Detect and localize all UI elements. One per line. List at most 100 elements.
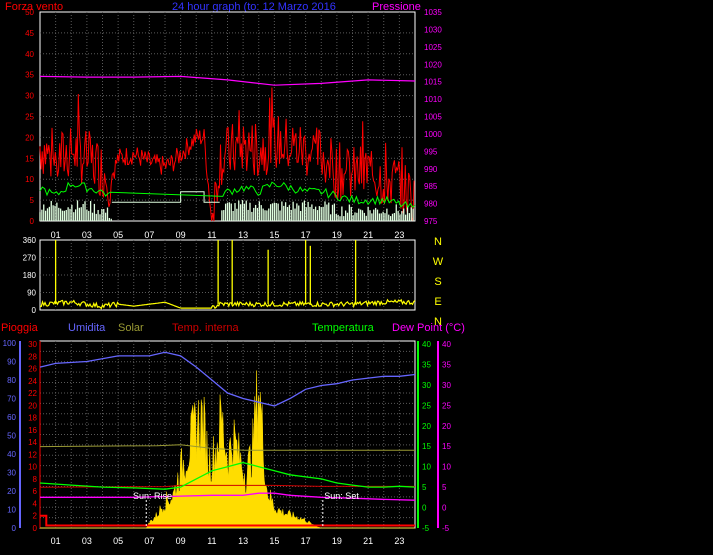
x-tick-label-bottom: 07 bbox=[144, 536, 154, 546]
rain-tick-label: 24 bbox=[28, 377, 37, 386]
temperature-tick-label: 25 bbox=[422, 401, 431, 410]
dew-tick-label: 30 bbox=[442, 381, 451, 390]
rain-tick-label: 28 bbox=[28, 352, 37, 361]
x-tick-label: 05 bbox=[113, 230, 123, 240]
temperature-tick-label: 5 bbox=[422, 483, 427, 492]
dew-tick-label: -5 bbox=[442, 524, 450, 533]
wind-direction-line bbox=[40, 298, 416, 310]
temperature-tick-label: 40 bbox=[422, 340, 431, 349]
rain-tick-label: 26 bbox=[28, 365, 37, 374]
chart-title: 24 hour graph (to: 12 Marzo 2016 bbox=[172, 1, 336, 13]
x-tick-label: 11 bbox=[207, 230, 216, 240]
wind-tick-label: 40 bbox=[25, 50, 34, 59]
dew-tick-label: 0 bbox=[442, 504, 447, 513]
pressure-tick-label: 1000 bbox=[424, 130, 442, 139]
humidity-tick-label: 20 bbox=[7, 487, 16, 496]
humidity-tick-label: 30 bbox=[7, 469, 16, 478]
temperature-tick-label: 0 bbox=[422, 504, 427, 513]
pressure-tick-label: 990 bbox=[424, 165, 438, 174]
humidity-tick-label: 90 bbox=[7, 358, 16, 367]
temperature-tick-label: 20 bbox=[422, 422, 431, 431]
x-tick-label-bottom: 05 bbox=[113, 536, 123, 546]
pressure-axis-label: Pressione bbox=[372, 1, 421, 13]
pressure-tick-label: 1015 bbox=[424, 78, 442, 87]
rain-tick-label: 30 bbox=[28, 340, 37, 349]
wind-tick-label: 30 bbox=[25, 92, 34, 101]
direction-compass-label: S bbox=[434, 276, 441, 288]
x-tick-label-bottom: 13 bbox=[238, 536, 248, 546]
direction-compass-label: W bbox=[433, 256, 444, 268]
direction-tick-label: 360 bbox=[23, 236, 37, 245]
x-tick-label-bottom: 03 bbox=[82, 536, 92, 546]
sunset-label: Sun: Set bbox=[324, 491, 359, 501]
pressure-tick-label: 1005 bbox=[424, 113, 442, 122]
x-tick-label: 01 bbox=[51, 230, 61, 240]
direction-tick-label: 270 bbox=[23, 254, 37, 263]
pressure-tick-label: 995 bbox=[424, 147, 438, 156]
pressure-tick-label: 975 bbox=[424, 217, 438, 226]
direction-tick-label: 180 bbox=[23, 271, 37, 280]
dew-tick-label: 25 bbox=[442, 401, 451, 410]
rain-tick-label: 6 bbox=[33, 487, 38, 496]
pressure-tick-label: 1035 bbox=[424, 8, 442, 17]
wind-tick-label: 10 bbox=[25, 175, 34, 184]
x-tick-label-bottom: 17 bbox=[301, 536, 311, 546]
x-tick-label: 13 bbox=[238, 230, 248, 240]
x-tick-label: 15 bbox=[269, 230, 279, 240]
x-tick-label: 23 bbox=[394, 230, 404, 240]
x-tick-label: 09 bbox=[176, 230, 186, 240]
dew-tick-label: 20 bbox=[442, 422, 451, 431]
dew-point-axis-label: Dew Point (°C) bbox=[392, 322, 465, 334]
rain-axis-label: Pioggia bbox=[1, 322, 39, 334]
humidity-axis-label: Umidita bbox=[68, 322, 106, 334]
humidity-tick-label: 10 bbox=[7, 506, 16, 515]
wind-axis-label: Forza vento bbox=[5, 1, 63, 13]
x-tick-label: 03 bbox=[82, 230, 92, 240]
x-tick-label: 17 bbox=[301, 230, 311, 240]
wind-tick-label: 15 bbox=[25, 154, 34, 163]
dew-tick-label: 15 bbox=[442, 442, 451, 451]
wind-tick-label: 20 bbox=[25, 133, 34, 142]
x-tick-label: 19 bbox=[332, 230, 342, 240]
dew-tick-label: 5 bbox=[442, 483, 447, 492]
wind-tick-label: 0 bbox=[30, 217, 35, 226]
weather-graph: Forza vento 24 hour graph (to: 12 Marzo … bbox=[1, 1, 465, 546]
humidity-tick-label: 60 bbox=[7, 413, 16, 422]
temperature-tick-label: -5 bbox=[422, 524, 430, 533]
direction-compass-label: N bbox=[434, 316, 442, 328]
wind-tick-label: 50 bbox=[25, 8, 34, 17]
indoor-temp-label: Temp. interna bbox=[172, 322, 240, 334]
solar-max-line bbox=[39, 444, 415, 451]
x-tick-label-bottom: 15 bbox=[269, 536, 279, 546]
temperature-tick-label: 30 bbox=[422, 381, 431, 390]
temperature-tick-label: 10 bbox=[422, 463, 431, 472]
wind-tick-label: 45 bbox=[25, 29, 34, 38]
x-tick-label: 07 bbox=[144, 230, 154, 240]
x-tick-label-bottom: 23 bbox=[394, 536, 404, 546]
rain-tick-label: 10 bbox=[28, 463, 37, 472]
pressure-tick-label: 980 bbox=[424, 200, 438, 209]
sunrise-label: Sun: Rise bbox=[133, 491, 172, 501]
pressure-line bbox=[39, 75, 416, 86]
temperature-tick-label: 35 bbox=[422, 360, 431, 369]
rain-tick-label: 2 bbox=[33, 512, 38, 521]
direction-tick-label: 0 bbox=[32, 306, 37, 315]
pressure-tick-label: 1030 bbox=[424, 25, 442, 34]
wind-tick-label: 35 bbox=[25, 71, 34, 80]
humidity-tick-label: 70 bbox=[7, 395, 16, 404]
pressure-tick-label: 985 bbox=[424, 182, 438, 191]
rain-tick-label: 22 bbox=[28, 389, 37, 398]
rain-tick-label: 12 bbox=[28, 450, 37, 459]
humidity-tick-label: 0 bbox=[12, 524, 17, 533]
x-tick-label-bottom: 09 bbox=[176, 536, 186, 546]
x-tick-label: 21 bbox=[363, 230, 373, 240]
humidity-tick-label: 80 bbox=[7, 376, 16, 385]
wind-tick-label: 5 bbox=[30, 196, 35, 205]
humidity-tick-label: 40 bbox=[7, 450, 16, 459]
dew-tick-label: 10 bbox=[442, 463, 451, 472]
direction-tick-label: 90 bbox=[27, 289, 36, 298]
temperature-tick-label: 15 bbox=[422, 442, 431, 451]
x-tick-label-bottom: 19 bbox=[332, 536, 342, 546]
pressure-tick-label: 1025 bbox=[424, 43, 442, 52]
rain-tick-label: 0 bbox=[33, 524, 38, 533]
